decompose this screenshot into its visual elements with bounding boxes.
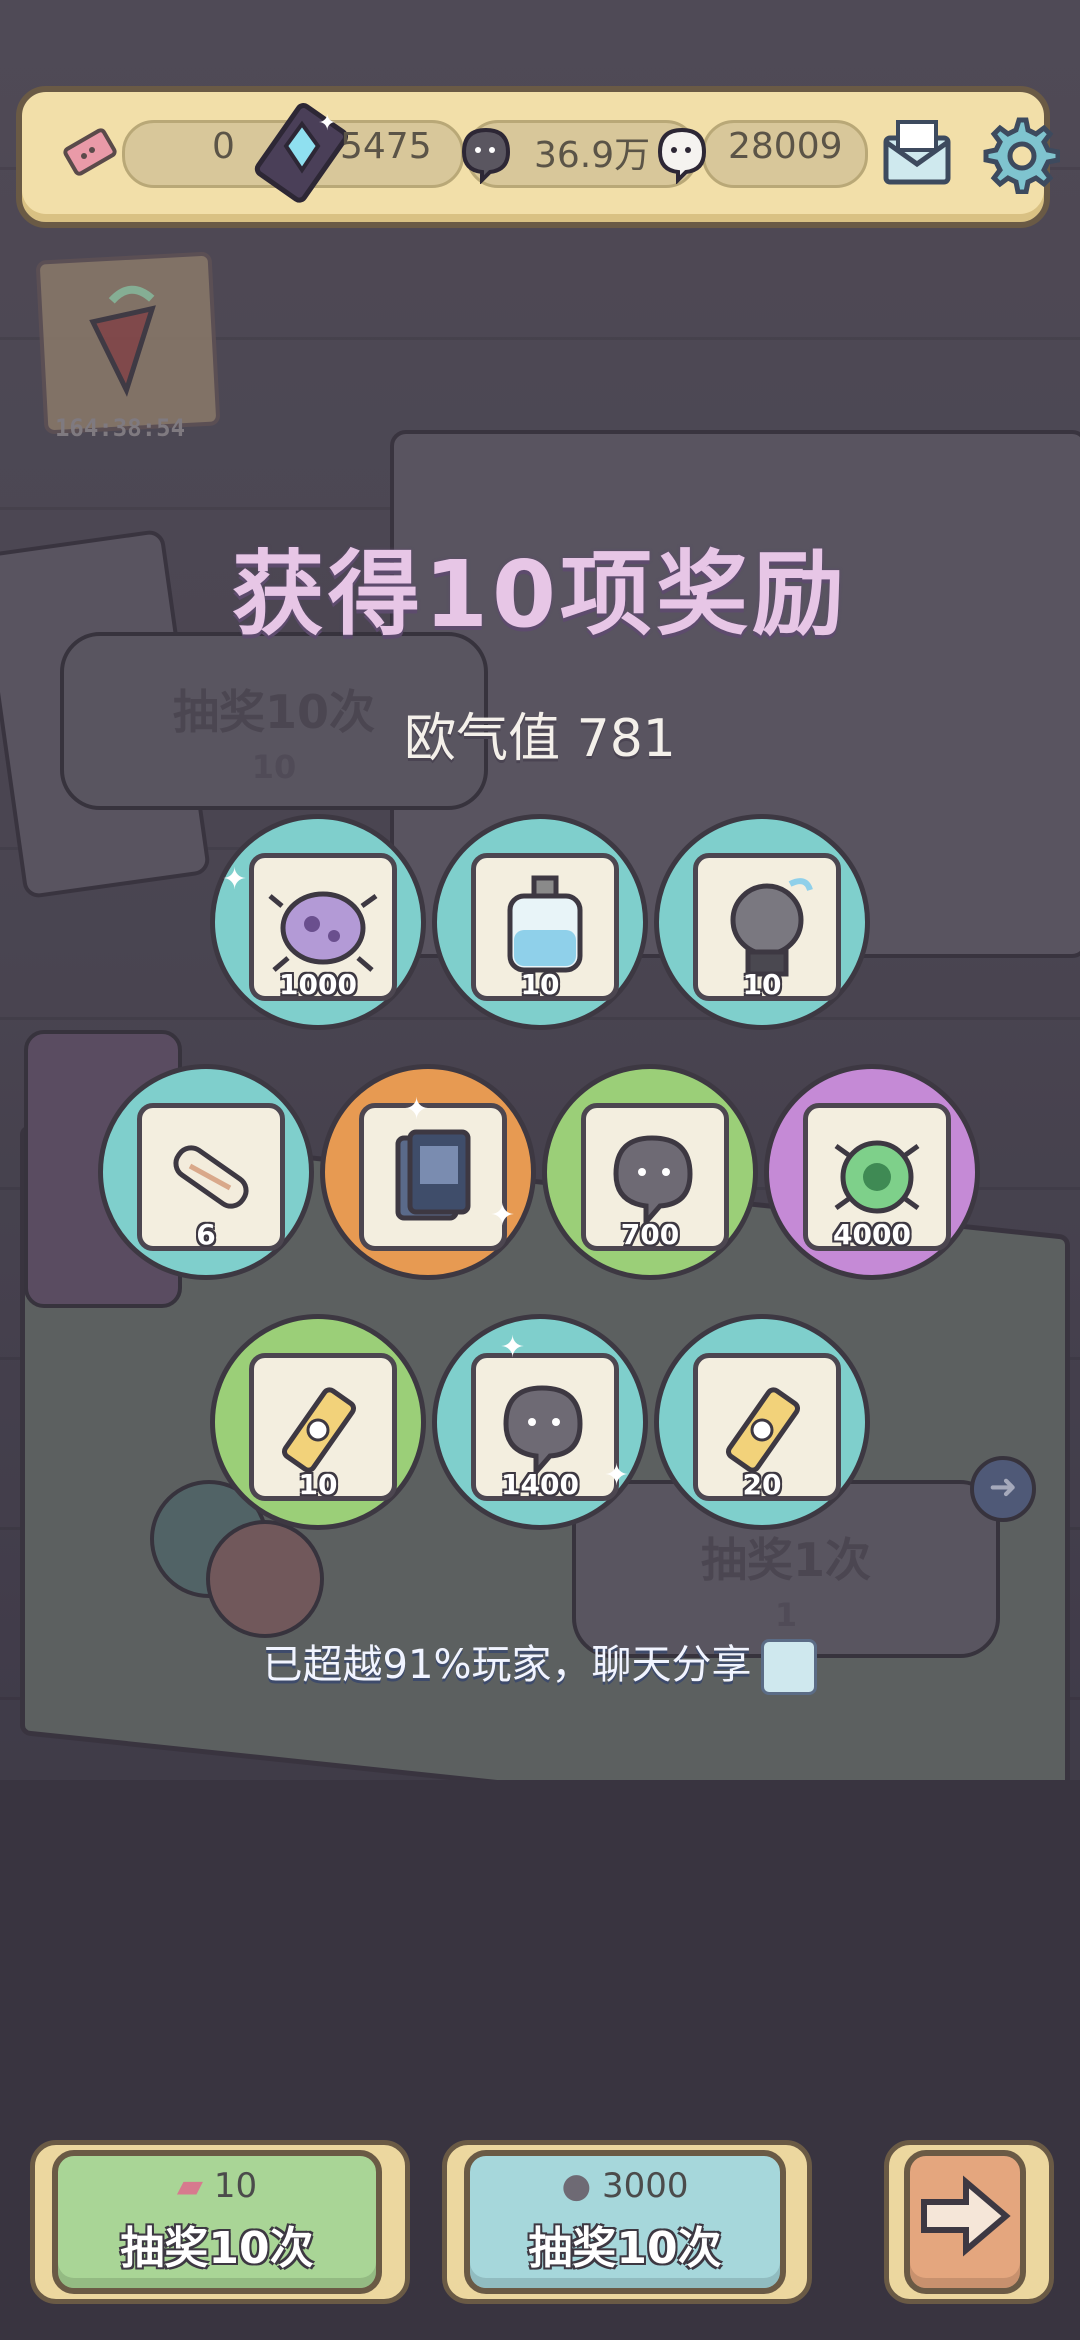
sparkle-icon: ✦ [222, 862, 248, 897]
reward-item[interactable]: 10 [210, 1314, 426, 1530]
reward-quantity: 700 [620, 1218, 680, 1251]
ghost-soul-icon [461, 127, 511, 184]
ghost-soul-icon: ● [561, 2166, 592, 2206]
draw-ghost-cost: 3000 [601, 2166, 689, 2206]
svg-text:✦: ✦ [318, 111, 336, 136]
sparkle-icon: ✦ [500, 1330, 526, 1365]
reward-item[interactable]: 700 [542, 1064, 758, 1280]
reward-item[interactable]: 1000 [210, 814, 426, 1030]
reward-title: 获得10项奖励 [231, 541, 849, 648]
reward-quantity: 20 [742, 1468, 782, 1501]
white-ghost-icon [657, 127, 707, 184]
reward-item[interactable]: 6 [98, 1064, 314, 1280]
share-text: 已超越91%玩家，聊天分享 [262, 1642, 752, 1688]
next-button[interactable] [904, 2150, 1026, 2294]
draw-10-ticket-button[interactable]: ▰ 10 抽奖10次 [52, 2150, 382, 2294]
ghost-soul-count: 36.9万 [534, 135, 651, 176]
luck-value: 欧气值 781 [404, 709, 676, 769]
draw-ticket-cost: 10 [213, 2166, 258, 2206]
reward-quantity: 6 [196, 1218, 216, 1251]
reward-quantity: 1000 [279, 968, 357, 1001]
reward-item[interactable]: 20 [654, 1314, 870, 1530]
reward-item[interactable]: 10 [654, 814, 870, 1030]
event-card[interactable] [35, 251, 221, 435]
share-icon[interactable] [761, 1639, 818, 1695]
draw-10-ghost-button[interactable]: ● 3000 抽奖10次 [464, 2150, 786, 2294]
gear-icon[interactable] [978, 112, 1060, 194]
event-item-icon [89, 285, 156, 397]
gem-count: 5475 [340, 126, 432, 167]
event-timer: 164:38:54 [54, 414, 186, 442]
mail-icon[interactable] [876, 112, 958, 194]
ticket-icon [63, 128, 117, 176]
reward-quantity: 10 [520, 968, 560, 1001]
reward-quantity: 10 [298, 1468, 338, 1501]
reward-item[interactable]: 4000 [764, 1064, 980, 1280]
reward-quantity: 4000 [833, 1218, 911, 1251]
reward-quantity: 10 [742, 968, 782, 1001]
reward-item[interactable]: 1400 [432, 1314, 648, 1530]
right-arrow-icon [921, 2175, 1011, 2257]
white-ghost-count: 28009 [728, 126, 843, 167]
sparkle-icon: ✦ [604, 1458, 630, 1493]
ticket-icon: ▰ [176, 2166, 204, 2206]
reward-item[interactable]: 10 [432, 814, 648, 1030]
ticket-count: 0 [212, 126, 235, 167]
sparkle-icon: ✦ [404, 1092, 430, 1127]
sparkle-icon: ✦ [490, 1198, 516, 1233]
draw-ticket-label: 抽奖10次 [120, 2223, 314, 2274]
draw-ghost-label: 抽奖10次 [528, 2223, 722, 2274]
card-pack-icon [395, 1129, 471, 1221]
resource-bar: 0 ✦ 5475 36.9万 28009 [16, 86, 1060, 228]
share-line[interactable]: 已超越91%玩家，聊天分享 [0, 1632, 1080, 1695]
